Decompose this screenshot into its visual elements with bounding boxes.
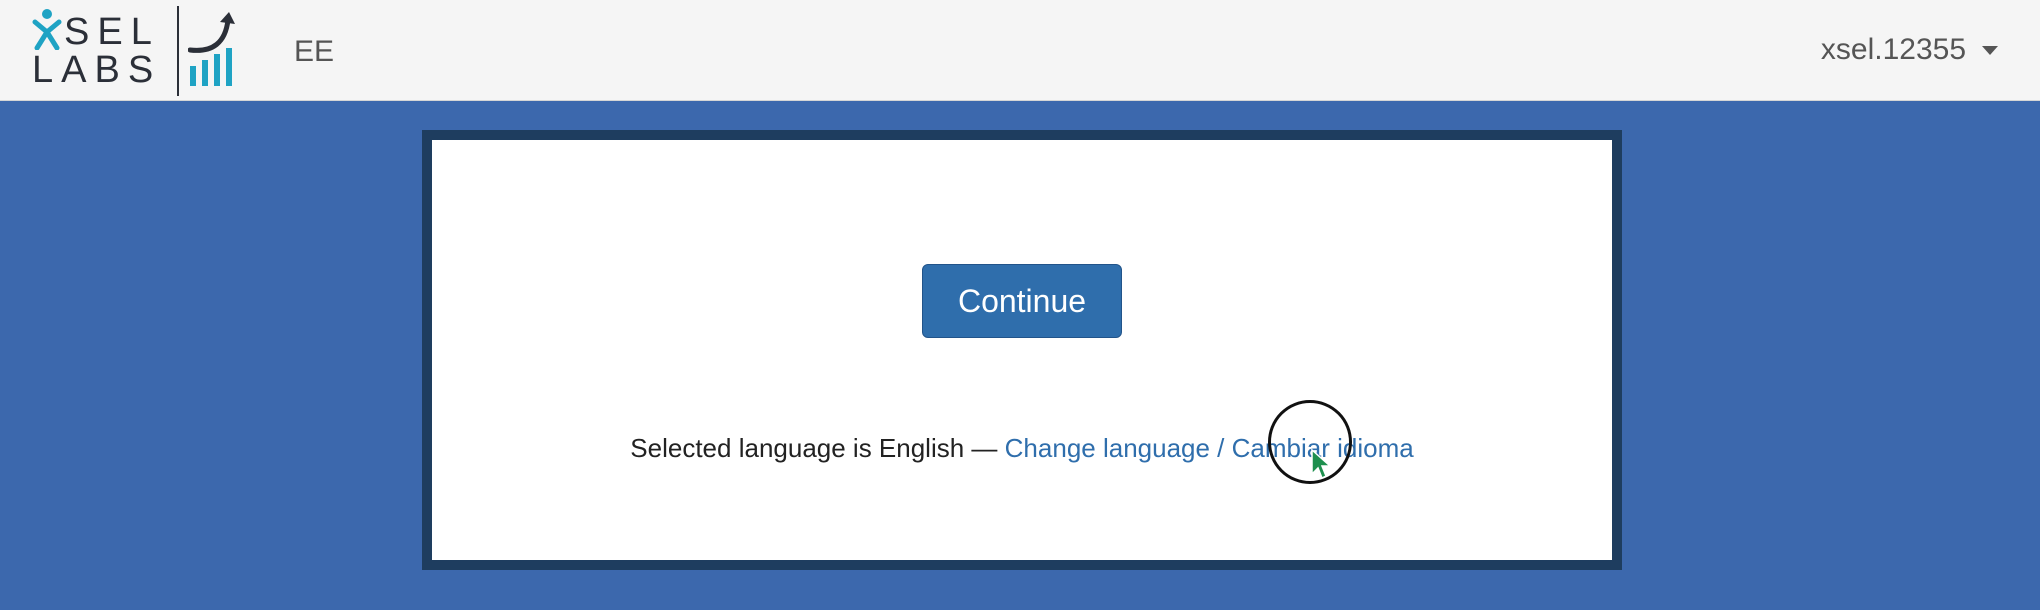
brand-code: EE [294,35,335,68]
language-selection-line: Selected language is English — Change la… [432,432,1612,464]
caret-down-icon[interactable] [1982,45,1998,55]
continue-button[interactable]: Continue [922,264,1122,338]
logo-text-bottom: LABS [32,49,162,91]
change-language-link[interactable]: Change language / Cambiar idioma [1005,433,1414,463]
content-panel: Continue Selected language is English — … [432,140,1612,560]
growth-chart-icon [188,12,235,86]
logo-divider [177,6,179,96]
xsel-labs-logo[interactable]: SEL LABS [32,6,244,96]
selected-language-text: Selected language is English — [630,433,998,463]
user-menu-dropdown[interactable]: xsel.12355 [1821,30,1998,70]
logo-text-top: SEL [64,11,160,53]
top-navbar: SEL LABS EE xsel.12355 [0,0,2040,101]
pointer-cursor-icon [1311,448,1332,480]
user-name[interactable]: xsel.12355 [1821,30,1966,70]
content-panel-frame: Continue Selected language is English — … [422,130,1622,570]
